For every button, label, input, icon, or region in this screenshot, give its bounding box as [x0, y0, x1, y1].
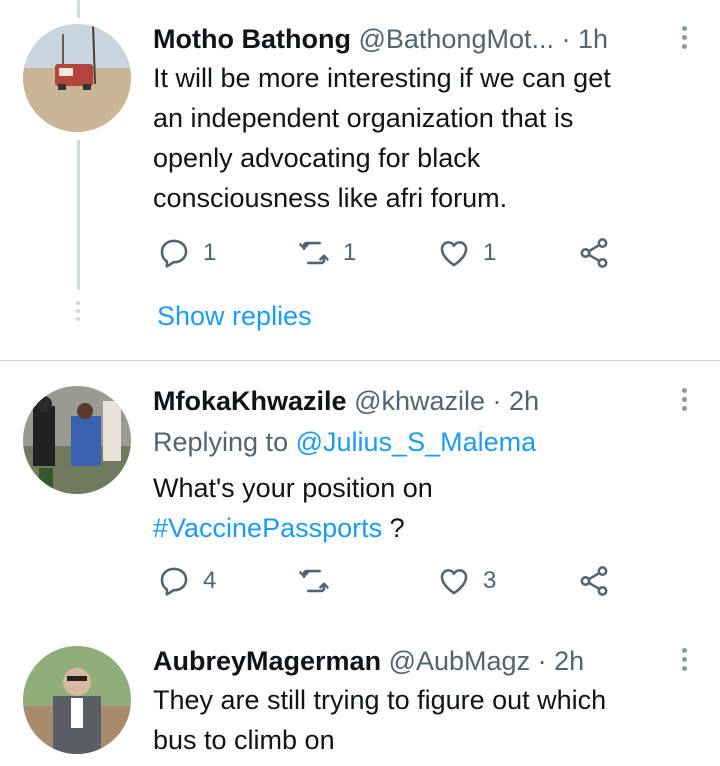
retweet-icon	[297, 236, 331, 270]
separator: ·	[561, 24, 571, 54]
separator: ·	[492, 386, 502, 416]
tweet-text-line: They are still trying to figure out whic…	[153, 685, 607, 715]
timestamp[interactable]: 2h	[509, 386, 539, 416]
tweet-text: It will be more interesting if we can ge…	[153, 58, 611, 218]
user-handle[interactable]: @BathongMot...	[358, 24, 554, 54]
separator: ·	[537, 646, 547, 676]
thread-line	[77, 0, 80, 18]
tweet-text-line: an independent organization that is	[153, 103, 574, 133]
retweet-count: 1	[343, 239, 357, 266]
tweet-text-line: bus to climb on	[153, 725, 335, 755]
tweet-text: They are still trying to figure out whic…	[153, 680, 606, 760]
reply-button[interactable]: 1	[157, 236, 216, 270]
thread-dots	[74, 301, 82, 321]
avatar[interactable]	[23, 386, 131, 494]
reply-icon	[157, 564, 191, 598]
like-button[interactable]: 3	[437, 564, 496, 598]
share-button[interactable]	[577, 236, 611, 270]
heart-icon	[437, 236, 471, 270]
tweet-header: MfokaKhwazile @khwazile · 2h	[153, 388, 680, 415]
retweet-button[interactable]	[297, 564, 343, 598]
like-button[interactable]: 1	[437, 236, 496, 270]
thread-line	[77, 140, 80, 290]
display-name[interactable]: MfokaKhwazile	[153, 386, 347, 416]
more-vertical-icon[interactable]	[682, 388, 688, 411]
avatar[interactable]	[23, 24, 131, 132]
replying-prefix: Replying to	[153, 427, 289, 457]
like-count: 1	[483, 239, 497, 266]
retweet-button[interactable]: 1	[297, 236, 356, 270]
display-name[interactable]: AubreyMagerman	[153, 646, 381, 676]
share-icon	[577, 236, 611, 270]
tweet-actions: 4 3	[153, 564, 623, 604]
more-vertical-icon[interactable]	[682, 26, 688, 49]
avatar[interactable]	[23, 646, 131, 754]
avatar-image	[23, 24, 131, 132]
like-count: 3	[483, 567, 497, 594]
tweet-text-line: What's your position on	[153, 473, 433, 503]
display-name[interactable]: Motho Bathong	[153, 24, 351, 54]
tweet-header: Motho Bathong @BathongMot... · 1h	[153, 26, 680, 53]
tweet-text-suffix: ?	[382, 513, 405, 543]
share-icon	[577, 564, 611, 598]
tweet-text-line: consciousness like afri forum.	[153, 183, 508, 213]
heart-icon	[437, 564, 471, 598]
avatar-image	[23, 646, 131, 754]
timestamp[interactable]: 1h	[578, 24, 608, 54]
replying-handle-link[interactable]: @Julius_S_Malema	[296, 427, 537, 457]
timestamp[interactable]: 2h	[554, 646, 584, 676]
tweet-actions: 1 1 1	[153, 236, 623, 276]
hashtag-link[interactable]: #VaccinePassports	[153, 513, 382, 543]
replying-to: Replying to @Julius_S_Malema	[153, 422, 536, 462]
tweet-text-line: openly advocating for black	[153, 143, 481, 173]
tweet-text-line: It will be more interesting if we can ge…	[153, 63, 611, 93]
avatar-image	[23, 386, 131, 494]
show-replies-link[interactable]: Show replies	[157, 301, 312, 332]
tweet-text-line: #VaccinePassports ?	[153, 508, 536, 548]
more-vertical-icon[interactable]	[682, 648, 688, 671]
user-handle[interactable]: @AubMagz	[389, 646, 530, 676]
share-button[interactable]	[577, 564, 611, 598]
divider	[0, 360, 720, 361]
reply-count: 1	[203, 239, 217, 266]
retweet-icon	[297, 564, 331, 598]
tweet-text: Replying to @Julius_S_Malema What's your…	[153, 422, 536, 548]
tweet-header: AubreyMagerman @AubMagz · 2h	[153, 648, 680, 675]
reply-count: 4	[203, 567, 217, 594]
reply-icon	[157, 236, 191, 270]
reply-button[interactable]: 4	[157, 564, 216, 598]
user-handle[interactable]: @khwazile	[354, 386, 485, 416]
